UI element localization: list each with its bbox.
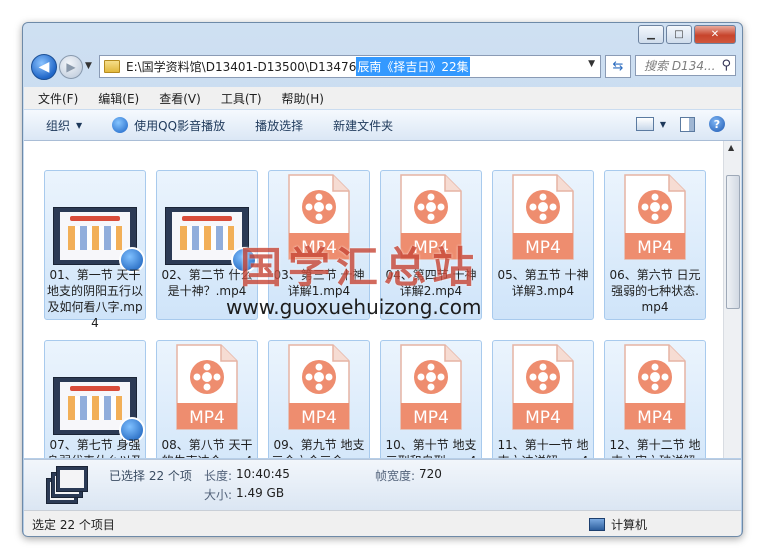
- file-name: 06、第六节 日元强弱的七种状态.mp4: [609, 268, 701, 314]
- folder-icon: [104, 60, 120, 73]
- view-options-chevron-icon[interactable]: ▼: [660, 120, 666, 129]
- address-dropdown-icon[interactable]: ▼: [588, 59, 595, 69]
- status-computer: 计算机: [611, 518, 648, 532]
- organize-label: 组织: [46, 118, 71, 133]
- vertical-scrollbar[interactable]: ▲: [723, 141, 741, 458]
- computer-icon: [589, 518, 605, 531]
- search-input[interactable]: 搜索 D134... ⚲: [635, 55, 736, 76]
- status-bar: 选定 22 个项目 计算机: [24, 510, 741, 536]
- recent-pages-dropdown[interactable]: ▼: [85, 61, 92, 71]
- address-bar[interactable]: E:\国学资料馆\D13401-D13500\D13476 辰南《择吉日》22集…: [99, 55, 601, 78]
- window-controls: ▁ □ ✕: [638, 25, 736, 44]
- qq-play-button[interactable]: 使用QQ影音播放: [112, 117, 225, 134]
- file-tile[interactable]: MP4 10、第十节 地支三刑和自刑.mp4: [380, 340, 482, 458]
- mp4-file-icon: MP4: [624, 174, 686, 260]
- file-name: 10、第十节 地支三刑和自刑.mp4: [385, 438, 477, 458]
- file-tile[interactable]: MP4 12、第十二节 地支六害六破详解.mp4: [604, 340, 706, 458]
- file-name: 07、第七节 身强身弱代表什么以及取用神.mp4: [47, 438, 143, 458]
- details-thumbnail: [46, 466, 88, 504]
- menu-file[interactable]: 文件(F): [38, 90, 78, 107]
- menu-bar: 文件(F) 编辑(E) 查看(V) 工具(T) 帮助(H): [24, 87, 741, 109]
- mp4-icon-text: MP4: [301, 408, 337, 428]
- file-tile[interactable]: 01、第一节 天干地支的阴阳五行以及如何看八字.mp4: [44, 170, 146, 330]
- help-icon[interactable]: ?: [709, 116, 725, 132]
- file-tile[interactable]: MP4 09、第九节 地支三合六合三会.mp4: [268, 340, 370, 458]
- details-pane: 已选择 22 个项 长度: 10:40:45 大小: 1.49 GB 帧宽度: …: [24, 459, 741, 510]
- frame-width-label: 帧宽度:: [375, 469, 416, 483]
- address-selected-text: 辰南《择吉日》22集: [356, 57, 470, 76]
- chevron-down-icon: ▼: [76, 120, 83, 130]
- command-bar-right: ▼ ?: [635, 116, 725, 132]
- mp4-icon-text: MP4: [637, 238, 673, 258]
- mp4-file-icon: MP4: [512, 174, 574, 260]
- frame-width-value: 720: [419, 467, 442, 481]
- file-name: 08、第八节 天干的生克冲合.mp4: [161, 438, 253, 458]
- new-folder-button[interactable]: 新建文件夹: [333, 117, 393, 134]
- command-bar: 组织 ▼ 使用QQ影音播放 播放选择 新建文件夹 ▼ ?: [24, 110, 741, 141]
- address-row: ◀ ▶ ▼ E:\国学资料馆\D13401-D13500\D13476 辰南《择…: [29, 53, 736, 81]
- status-zone: 计算机: [589, 516, 647, 533]
- duration-value: 10:40:45: [236, 467, 290, 481]
- file-tile[interactable]: MP4 06、第六节 日元强弱的七种状态.mp4: [604, 170, 706, 320]
- menu-view[interactable]: 查看(V): [159, 90, 201, 107]
- mp4-file-icon: MP4: [512, 344, 574, 430]
- play-selection-label: 播放选择: [255, 118, 304, 133]
- menu-tools[interactable]: 工具(T): [221, 90, 262, 107]
- mp4-icon-text: MP4: [637, 408, 673, 428]
- new-folder-label: 新建文件夹: [333, 118, 394, 133]
- address-path: E:\国学资料馆\D13401-D13500\D13476: [126, 60, 357, 74]
- file-tile[interactable]: MP4 05、第五节 十神详解3.mp4: [492, 170, 594, 320]
- size-label: 大小:: [204, 488, 233, 502]
- search-icon[interactable]: ⚲: [721, 58, 731, 73]
- mp4-file-icon: MP4: [176, 344, 238, 430]
- maximize-button[interactable]: □: [666, 25, 692, 44]
- scroll-up-icon[interactable]: ▲: [728, 143, 734, 152]
- details-selected-count: 已选择 22 个项: [109, 469, 192, 483]
- file-name: 01、第一节 天干地支的阴阳五行以及如何看八字.mp4: [47, 268, 144, 330]
- status-selection: 选定 22 个项目: [32, 518, 115, 532]
- preview-pane-icon[interactable]: [680, 116, 695, 132]
- file-name: 12、第十二节 地支六害六破详解.mp4: [609, 438, 701, 458]
- file-name: 09、第九节 地支三合六合三会.mp4: [271, 438, 366, 458]
- scrollbar-thumb[interactable]: [726, 175, 740, 309]
- mp4-file-icon: MP4: [288, 344, 350, 430]
- watermark-title: 国学汇总站: [240, 243, 481, 292]
- file-name: 11、第十一节 地支六冲详解.mp4: [497, 438, 589, 458]
- mp4-icon-text: MP4: [413, 408, 449, 428]
- change-view-icon[interactable]: [635, 117, 654, 131]
- play-selection-button[interactable]: 播放选择: [255, 117, 303, 134]
- menu-help[interactable]: 帮助(H): [282, 90, 324, 107]
- back-button[interactable]: ◀: [31, 54, 57, 80]
- size-value: 1.49 GB: [236, 486, 285, 500]
- file-name: 05、第五节 十神详解3.mp4: [497, 268, 589, 298]
- mp4-icon-text: MP4: [189, 408, 225, 428]
- mp4-file-icon: MP4: [624, 344, 686, 430]
- mp4-file-icon: MP4: [400, 344, 462, 430]
- watermark-url: www.guoxuehuizong.com: [226, 295, 482, 319]
- mp4-icon-text: MP4: [525, 408, 561, 428]
- forward-button[interactable]: ▶: [59, 55, 83, 79]
- qq-player-icon: [112, 117, 129, 133]
- file-tile[interactable]: MP4 11、第十一节 地支六冲详解.mp4: [492, 340, 594, 458]
- search-placeholder: 搜索 D134...: [644, 59, 716, 73]
- qq-play-label: 使用QQ影音播放: [134, 118, 226, 133]
- duration-label: 长度:: [204, 469, 233, 483]
- file-tile[interactable]: 07、第七节 身强身弱代表什么以及取用神.mp4: [44, 340, 146, 458]
- close-button[interactable]: ✕: [694, 25, 736, 44]
- refresh-button[interactable]: ⇆: [605, 55, 631, 78]
- menu-edit[interactable]: 编辑(E): [98, 90, 139, 107]
- mp4-icon-text: MP4: [525, 238, 561, 258]
- file-tile[interactable]: MP4 08、第八节 天干的生克冲合.mp4: [156, 340, 258, 458]
- minimize-button[interactable]: ▁: [638, 25, 664, 44]
- organize-button[interactable]: 组织 ▼: [46, 117, 82, 134]
